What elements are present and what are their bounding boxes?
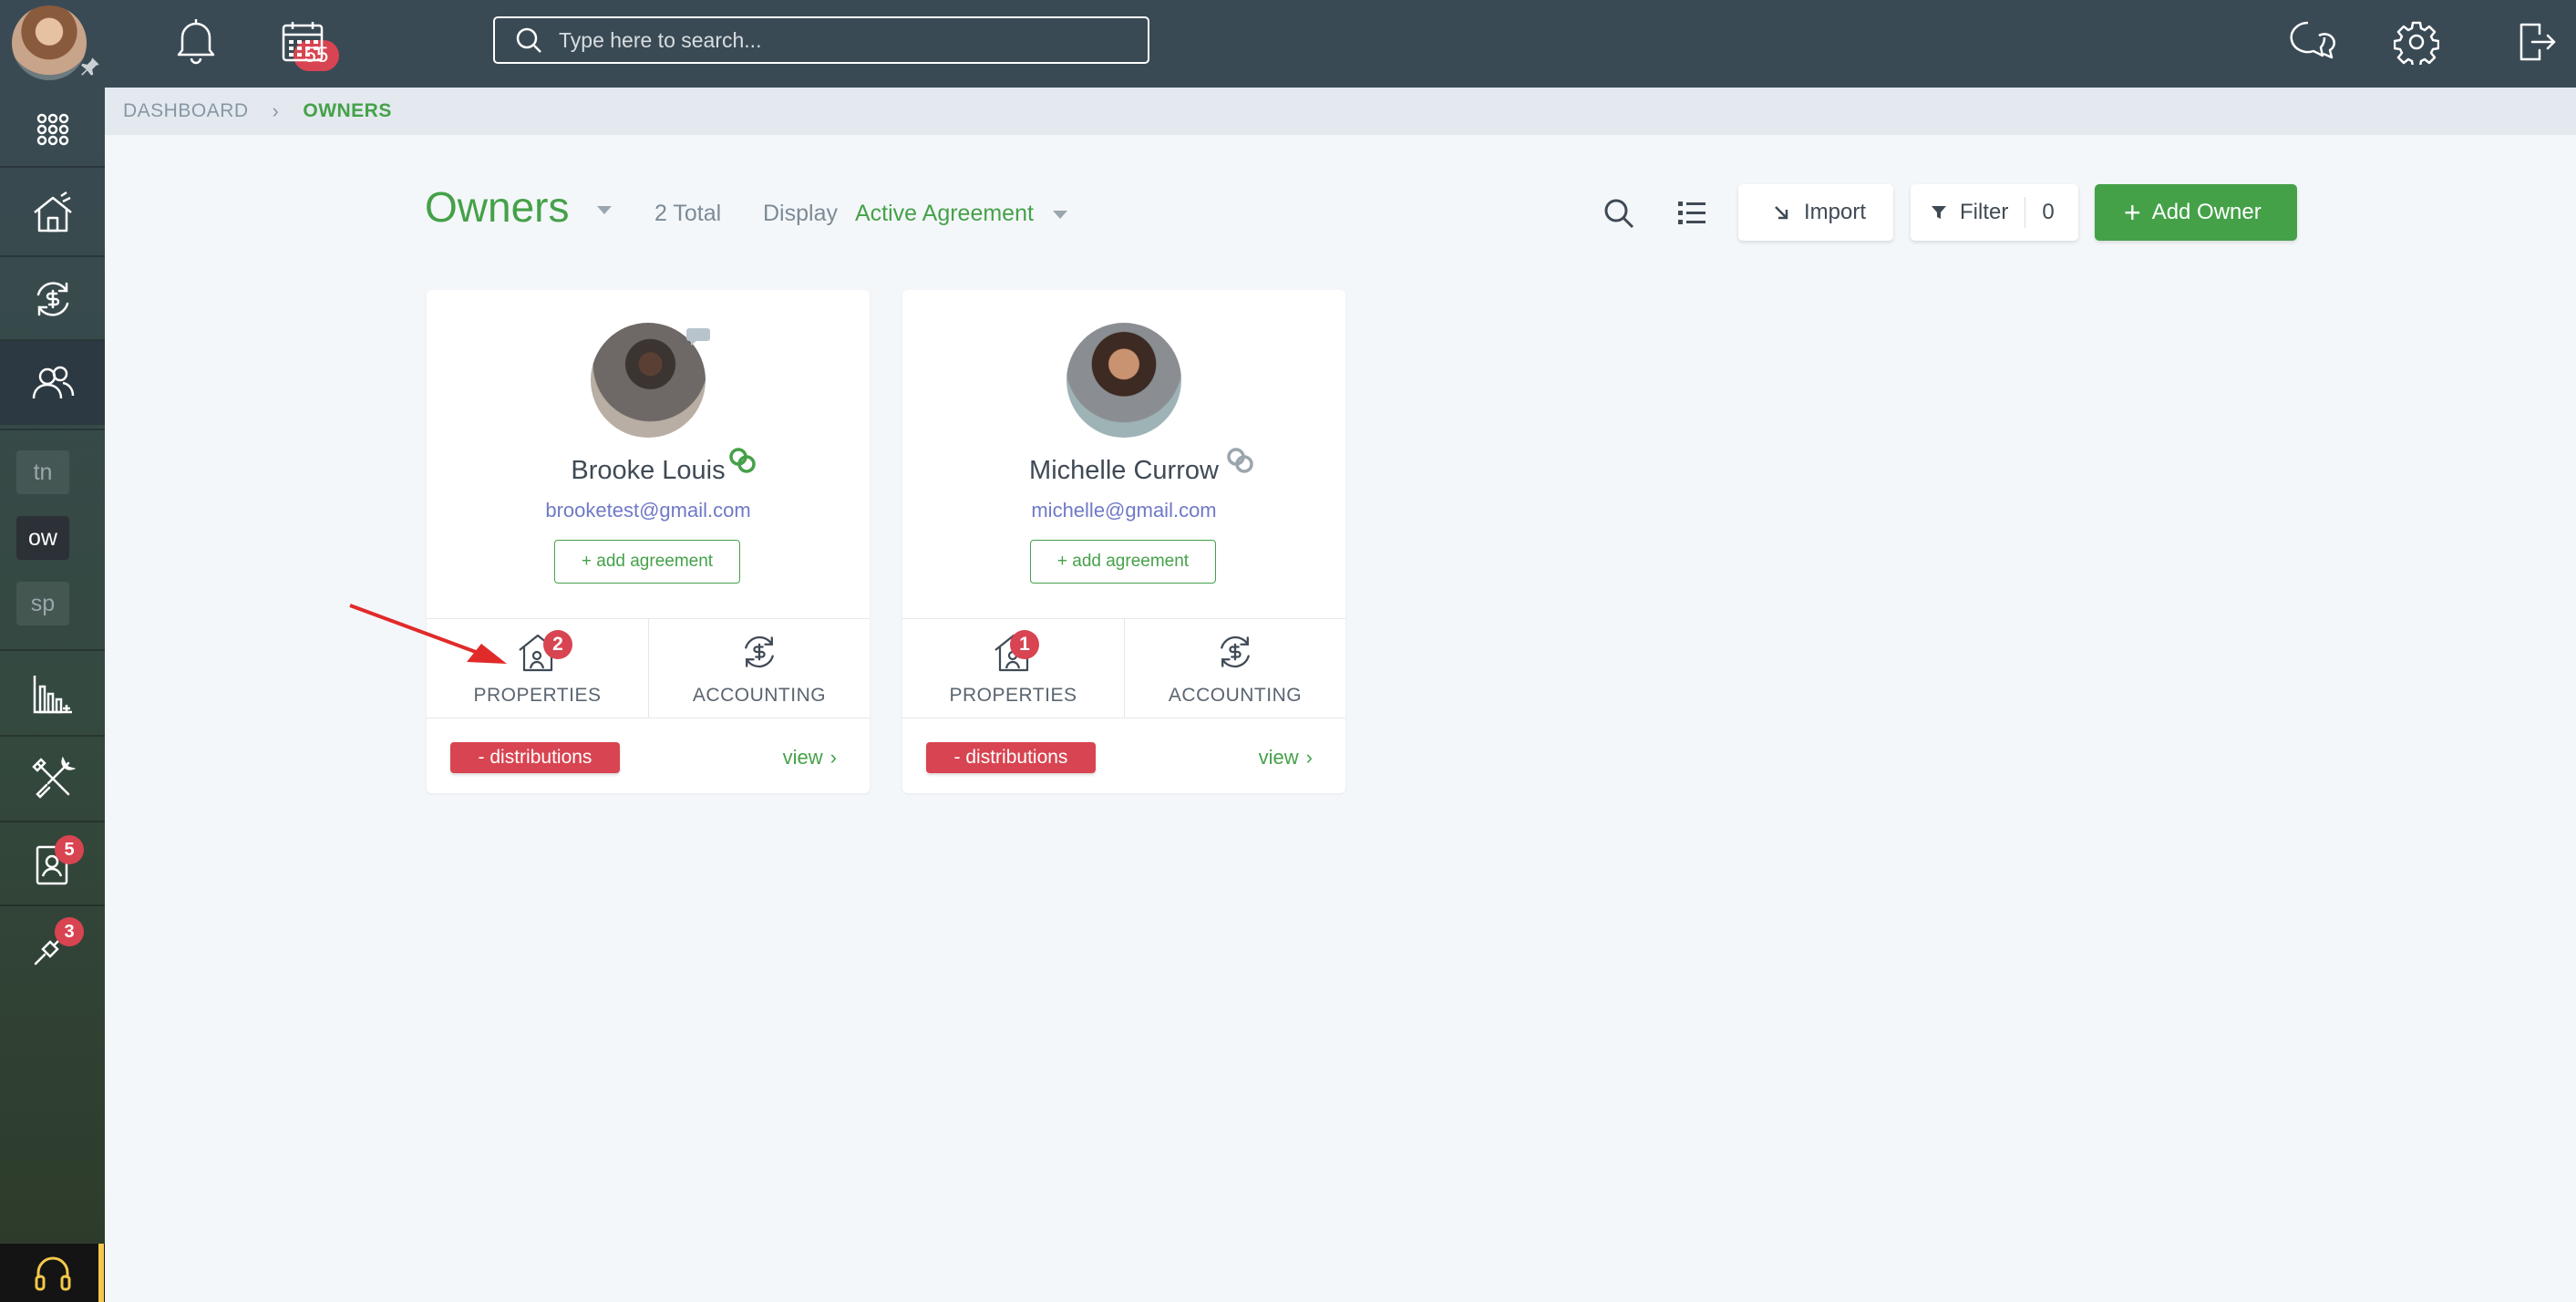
gear-icon <box>2394 21 2439 65</box>
annotation-arrow-icon <box>349 604 507 664</box>
search-icon <box>1604 199 1634 229</box>
properties-stat[interactable]: 1 PROPERTIES <box>902 619 1124 718</box>
sidebar-item-tenants[interactable]: tn <box>16 450 69 494</box>
chevron-right-icon: › <box>1305 746 1313 769</box>
applicants-badge: 5 <box>55 835 84 864</box>
distributions-badge[interactable]: - distributions <box>926 742 1096 773</box>
properties-count-badge: 2 <box>543 630 572 659</box>
owner-card: Brooke Louis brooketest@gmail.com + add … <box>427 290 870 793</box>
accounting-stat[interactable]: ACCOUNTING <box>648 619 870 718</box>
display-select[interactable]: Active Agreement <box>855 201 1067 227</box>
sidebar-item-accounting[interactable] <box>0 264 105 334</box>
accounting-icon <box>1221 636 1250 668</box>
sidebar-item-integrations[interactable] <box>0 912 105 981</box>
import-button[interactable]: Import <box>1738 184 1893 241</box>
headset-icon <box>35 1256 70 1291</box>
house-icon <box>33 191 72 232</box>
breadcrumb-dashboard[interactable]: DASHBOARD <box>123 100 249 122</box>
add-agreement-button[interactable]: + add agreement <box>554 540 740 584</box>
view-link[interactable]: view › <box>783 746 837 770</box>
accounting-icon <box>36 282 68 316</box>
chart-icon <box>33 676 72 714</box>
view-link[interactable]: view › <box>1259 746 1313 770</box>
sidebar-item-reports[interactable] <box>0 660 105 729</box>
owner-name[interactable]: Brooke Louis <box>427 456 870 486</box>
logout-icon <box>2519 23 2556 61</box>
display-label: Display <box>763 201 838 226</box>
add-owner-button-label: Add Owner <box>2151 200 2262 224</box>
view-link-label: view <box>1258 746 1299 769</box>
search-owners-button[interactable] <box>1599 193 1639 233</box>
owner-card: Michelle Currow michelle@gmail.com + add… <box>902 290 1345 793</box>
logout-button[interactable] <box>2508 13 2566 71</box>
search-box[interactable] <box>493 16 1149 64</box>
grid-icon <box>36 113 68 146</box>
sidebar: tn ow sp 5 3 <box>0 0 105 1302</box>
integrations-badge: 3 <box>55 917 84 946</box>
add-agreement-button[interactable]: + add agreement <box>1030 540 1216 584</box>
link-icon[interactable] <box>727 445 758 476</box>
properties-label: PROPERTIES <box>473 685 602 706</box>
chevron-right-icon: › <box>272 99 280 122</box>
link-icon[interactable] <box>1225 445 1256 476</box>
chat-button[interactable] <box>2282 13 2340 71</box>
calendar-icon <box>282 22 324 62</box>
search-icon <box>516 27 541 53</box>
sidebar-item-applicants[interactable] <box>0 830 105 899</box>
owner-avatar[interactable] <box>1066 323 1181 438</box>
distributions-badge[interactable]: - distributions <box>450 742 620 773</box>
user-avatar[interactable] <box>12 5 87 80</box>
chevron-down-icon[interactable] <box>597 206 613 215</box>
sidebar-item-owners[interactable] <box>0 341 105 425</box>
filter-icon <box>1932 206 1946 219</box>
chat-bubble-icon[interactable] <box>685 325 711 346</box>
tools-icon <box>31 756 76 799</box>
plus-icon: + <box>2124 196 2141 229</box>
bell-icon <box>177 19 215 65</box>
topbar: 55 <box>105 0 2576 88</box>
sidebar-item-properties[interactable] <box>0 179 105 248</box>
owner-email[interactable]: michelle@gmail.com <box>902 499 1345 522</box>
chevron-right-icon: › <box>829 746 837 769</box>
chevron-down-icon <box>1052 210 1067 219</box>
import-button-label: Import <box>1804 200 1867 224</box>
sidebar-item-service-providers[interactable]: sp <box>16 582 69 625</box>
add-owner-button[interactable]: + Add Owner <box>2095 184 2297 241</box>
accounting-label: ACCOUNTING <box>1168 685 1303 706</box>
breadcrumb: DASHBOARD › OWNERS <box>105 88 2576 135</box>
owner-stats: 1 PROPERTIES ACCOUNTING <box>902 618 1345 718</box>
sidebar-item-apps[interactable] <box>0 102 105 157</box>
sidebar-item-owners-short[interactable]: ow <box>16 516 69 560</box>
sidebar-item-maintenance[interactable] <box>0 744 105 813</box>
breadcrumb-current: OWNERS <box>303 100 392 121</box>
chat-icon <box>2290 21 2335 59</box>
accounting-icon <box>745 636 774 668</box>
settings-button[interactable] <box>2387 13 2446 71</box>
list-icon <box>1678 202 1705 224</box>
owner-name[interactable]: Michelle Currow <box>902 456 1345 486</box>
total-count: 2 Total <box>654 201 722 226</box>
help-button[interactable] <box>0 1244 105 1302</box>
filter-button-label: Filter <box>1960 200 2009 224</box>
filter-button[interactable]: Filter 0 <box>1911 184 2078 241</box>
properties-label: PROPERTIES <box>949 685 1077 706</box>
search-input[interactable] <box>559 27 1106 53</box>
properties-count-badge: 1 <box>1010 630 1039 659</box>
owner-email[interactable]: brooketest@gmail.com <box>427 499 870 522</box>
page-title[interactable]: Owners <box>425 182 613 232</box>
page-title-text: Owners <box>425 183 570 231</box>
accounting-stat[interactable]: ACCOUNTING <box>1124 619 1345 718</box>
list-view-button[interactable] <box>1672 193 1712 233</box>
pin-icon[interactable] <box>78 55 102 78</box>
view-link-label: view <box>782 746 823 769</box>
filter-count: 0 <box>2042 200 2055 224</box>
display-select-value: Active Agreement <box>855 201 1034 226</box>
import-arrow-icon <box>1775 206 1788 220</box>
people-icon <box>32 366 74 399</box>
notifications-button[interactable] <box>169 13 223 67</box>
accounting-label: ACCOUNTING <box>692 685 827 706</box>
calendar-button[interactable] <box>276 15 329 67</box>
